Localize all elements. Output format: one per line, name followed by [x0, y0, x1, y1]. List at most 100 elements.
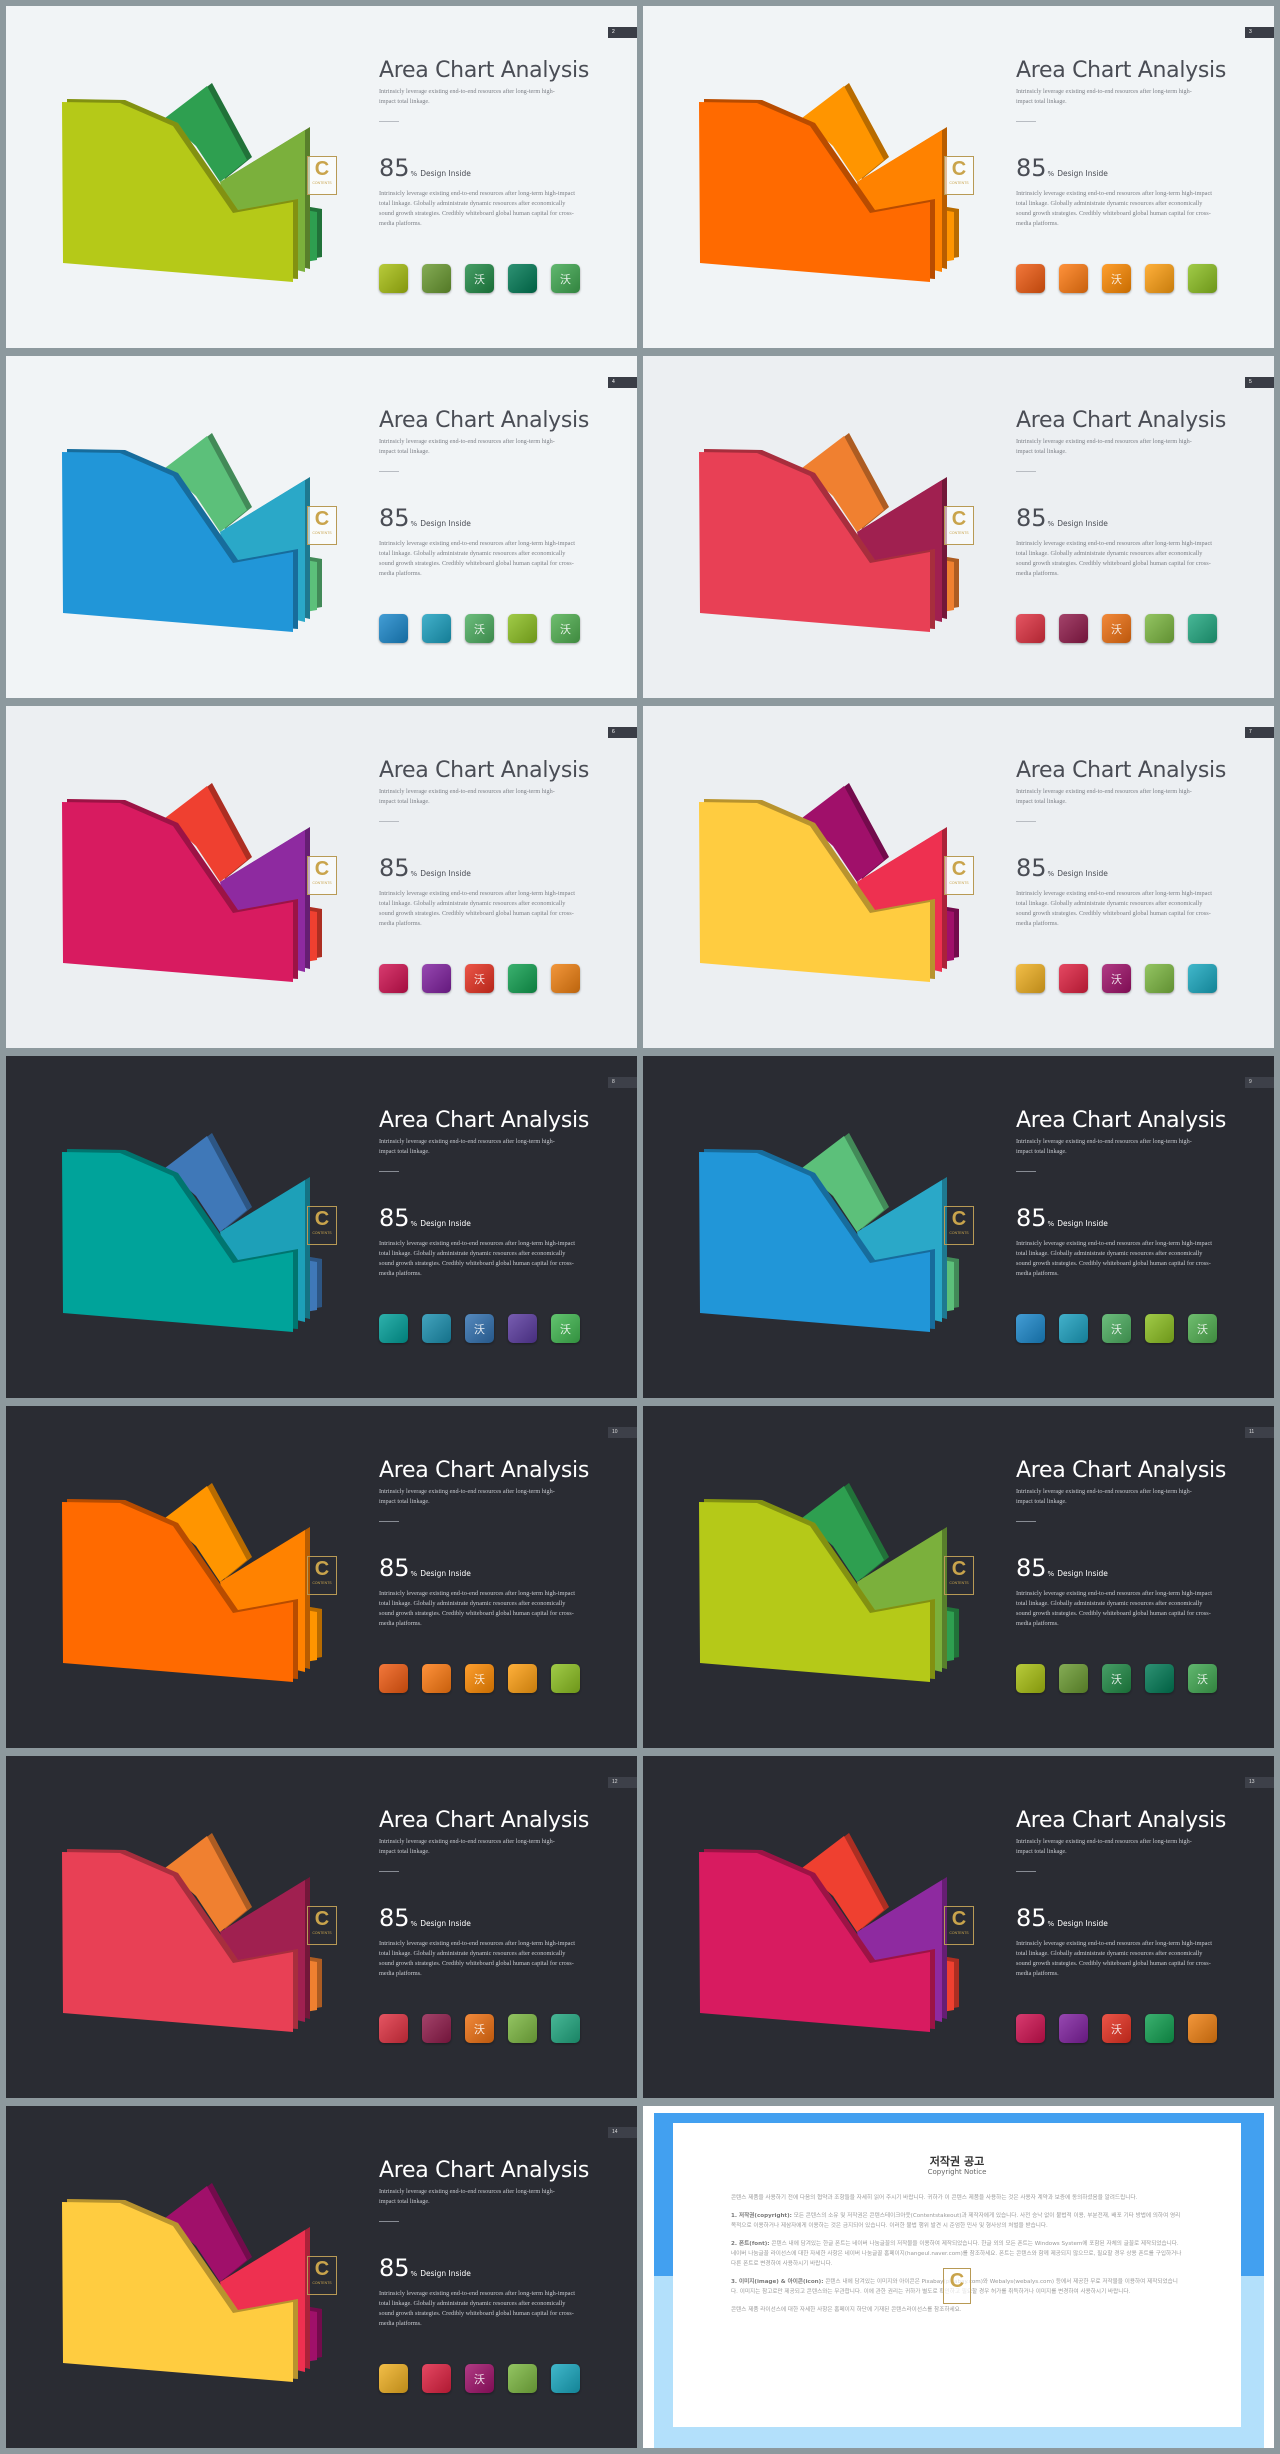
- swatch-glyph-icon: 沃: [474, 2022, 485, 2036]
- swatch-glyph-icon: 沃: [474, 622, 485, 636]
- swatch-glyph-icon: 沃: [474, 1322, 485, 1336]
- color-swatch: [508, 2364, 537, 2393]
- slide-thumbnail[interactable]: C CONTENTS 6 Area Chart Analysis Intrinsi…: [6, 706, 637, 1048]
- stat-value: 85: [1016, 504, 1047, 532]
- color-swatch: [1145, 1314, 1174, 1343]
- color-swatch: 沃: [551, 614, 580, 643]
- stat: 85% Design Inside: [1016, 154, 1108, 182]
- logo-letter: C: [949, 2270, 965, 2292]
- slide-title: Area Chart Analysis: [1016, 1108, 1227, 1133]
- stat-unit: %: [410, 870, 418, 878]
- slide-thumbnail[interactable]: C CONTENTS 12 Area Chart Analysis Intrins…: [6, 1756, 637, 2098]
- slide-thumbnail[interactable]: C CONTENTS 9 Area Chart Analysis Intrinsi…: [643, 1056, 1274, 1398]
- slide-thumbnail[interactable]: C CONTENTS 11 Area Chart Analysis Intrins…: [643, 1406, 1274, 1748]
- color-palette: 沃: [379, 964, 580, 993]
- color-swatch: 沃: [1188, 1664, 1217, 1693]
- swatch-glyph-icon: 沃: [1111, 2022, 1122, 2036]
- color-palette: 沃沃: [379, 1314, 580, 1343]
- color-swatch: [422, 614, 451, 643]
- logo-letter: C: [951, 1908, 967, 1930]
- page-number-badge: 4: [608, 377, 637, 388]
- stat: 85% Design Inside: [1016, 1204, 1108, 1232]
- stat-value: 85: [1016, 854, 1047, 882]
- page-number-badge: 9: [1245, 1077, 1274, 1088]
- color-swatch: [1145, 264, 1174, 293]
- body-paragraph: Intrinsicly leverage existing end-to-end…: [1016, 890, 1213, 927]
- slide-subtitle: Intrinsicly leverage existing end-to-end…: [379, 1488, 555, 1505]
- swatch-glyph-icon: 沃: [1111, 622, 1122, 636]
- watermark-logo: C CONTENTS: [307, 856, 337, 895]
- logo-text: CONTENTS: [949, 1931, 969, 1935]
- stat: 85% Design Inside: [379, 1204, 471, 1232]
- color-swatch: [551, 1664, 580, 1693]
- color-swatch: 沃: [1102, 1664, 1131, 1693]
- color-palette: 沃沃: [379, 264, 580, 293]
- color-swatch: [379, 2014, 408, 2043]
- color-palette: 沃沃: [1016, 1314, 1217, 1343]
- divider: [1016, 121, 1036, 122]
- slide-thumbnail[interactable]: C CONTENTS 10 Area Chart Analysis Intrins…: [6, 1406, 637, 1748]
- stat-unit: %: [410, 1220, 418, 1228]
- copyright-item: 1. 저작권(copyright): 모든 콘텐스의 소유 및 저작권은 콘텐스…: [731, 2211, 1183, 2231]
- slide-thumbnail[interactable]: C CONTENTS 4 Area Chart Analysis Intrinsi…: [6, 356, 637, 698]
- item-text: 콘텐스 내에 담겨있는 한글 폰트는 네이버 나눔글꼴의 저작물을 이용하여 제…: [731, 2241, 1182, 2267]
- color-palette: 沃: [379, 2364, 580, 2393]
- copyright-intro: 콘텐스 제품을 사용하기 전에 다음의 협약과 조항들을 자세히 읽어 주시기 …: [731, 2195, 1138, 2201]
- logo-letter: C: [951, 158, 967, 180]
- color-palette: 沃: [1016, 264, 1217, 293]
- slide-subtitle: Intrinsicly leverage existing end-to-end…: [379, 788, 555, 805]
- color-swatch: [1145, 964, 1174, 993]
- watermark-logo: C CONTENTS: [944, 1206, 974, 1245]
- slide-thumbnail[interactable]: C CONTENTS 3 Area Chart Analysis Intrinsi…: [643, 6, 1274, 348]
- color-swatch: [1188, 2014, 1217, 2043]
- slide-thumbnail[interactable]: C CONTENTS 8 Area Chart Analysis Intrinsi…: [6, 1056, 637, 1398]
- color-palette: 沃: [1016, 964, 1217, 993]
- slide-subtitle: Intrinsicly leverage existing end-to-end…: [1016, 788, 1192, 805]
- stat-label: Design Inside: [1057, 1569, 1108, 1578]
- stat-label: Design Inside: [420, 1219, 471, 1228]
- swatch-glyph-icon: 沃: [474, 272, 485, 286]
- slide-thumbnail[interactable]: C CONTENTS 2 Area Chart Analysis Intrinsi…: [6, 6, 637, 348]
- logo-letter: C: [314, 1558, 330, 1580]
- divider: [379, 1871, 399, 1872]
- slide-thumbnail[interactable]: C CONTENTS 13 Area Chart Analysis Intrins…: [643, 1756, 1274, 2098]
- logo-letter: C: [314, 508, 330, 530]
- page-number-badge: 8: [608, 1077, 637, 1088]
- slide-title: Area Chart Analysis: [1016, 758, 1227, 783]
- stat: 85% Design Inside: [1016, 504, 1108, 532]
- color-swatch: [379, 1664, 408, 1693]
- color-swatch: [551, 2014, 580, 2043]
- watermark-logo: C: [943, 2268, 971, 2304]
- slide-thumbnail[interactable]: C CONTENTS 7 Area Chart Analysis Intrinsi…: [643, 706, 1274, 1048]
- stat: 85% Design Inside: [379, 504, 471, 532]
- stat-unit: %: [410, 1920, 418, 1928]
- color-swatch: 沃: [465, 964, 494, 993]
- slide-thumbnail[interactable]: C CONTENTS 5 Area Chart Analysis Intrinsi…: [643, 356, 1274, 698]
- body-paragraph: Intrinsicly leverage existing end-to-end…: [379, 1240, 576, 1277]
- swatch-glyph-icon: 沃: [560, 272, 571, 286]
- copyright-slide[interactable]: 저작권 공고 Copyright Notice 콘텐스 제품을 사용하기 전에 …: [643, 2106, 1274, 2448]
- stat-value: 85: [1016, 1904, 1047, 1932]
- logo-text: CONTENTS: [949, 881, 969, 885]
- divider: [379, 1171, 399, 1172]
- color-palette: 沃沃: [1016, 1664, 1217, 1693]
- watermark-logo: C CONTENTS: [307, 1206, 337, 1245]
- page-number-badge: 6: [608, 727, 637, 738]
- color-swatch: 沃: [465, 2014, 494, 2043]
- logo-letter: C: [314, 858, 330, 880]
- slide-subtitle: Intrinsicly leverage existing end-to-end…: [1016, 1838, 1192, 1855]
- slide-thumbnail[interactable]: C CONTENTS 14 Area Chart Analysis Intrins…: [6, 2106, 637, 2448]
- color-swatch: 沃: [1102, 264, 1131, 293]
- slide-title: Area Chart Analysis: [1016, 58, 1227, 83]
- slide-title: Area Chart Analysis: [379, 1808, 590, 1833]
- slide-title: Area Chart Analysis: [1016, 408, 1227, 433]
- swatch-glyph-icon: 沃: [560, 622, 571, 636]
- divider: [1016, 821, 1036, 822]
- color-palette: 沃: [1016, 2014, 1217, 2043]
- stat: 85% Design Inside: [379, 1904, 471, 1932]
- color-swatch: 沃: [1102, 614, 1131, 643]
- slide-title: Area Chart Analysis: [1016, 1458, 1227, 1483]
- logo-letter: C: [951, 508, 967, 530]
- divider: [379, 821, 399, 822]
- divider: [1016, 471, 1036, 472]
